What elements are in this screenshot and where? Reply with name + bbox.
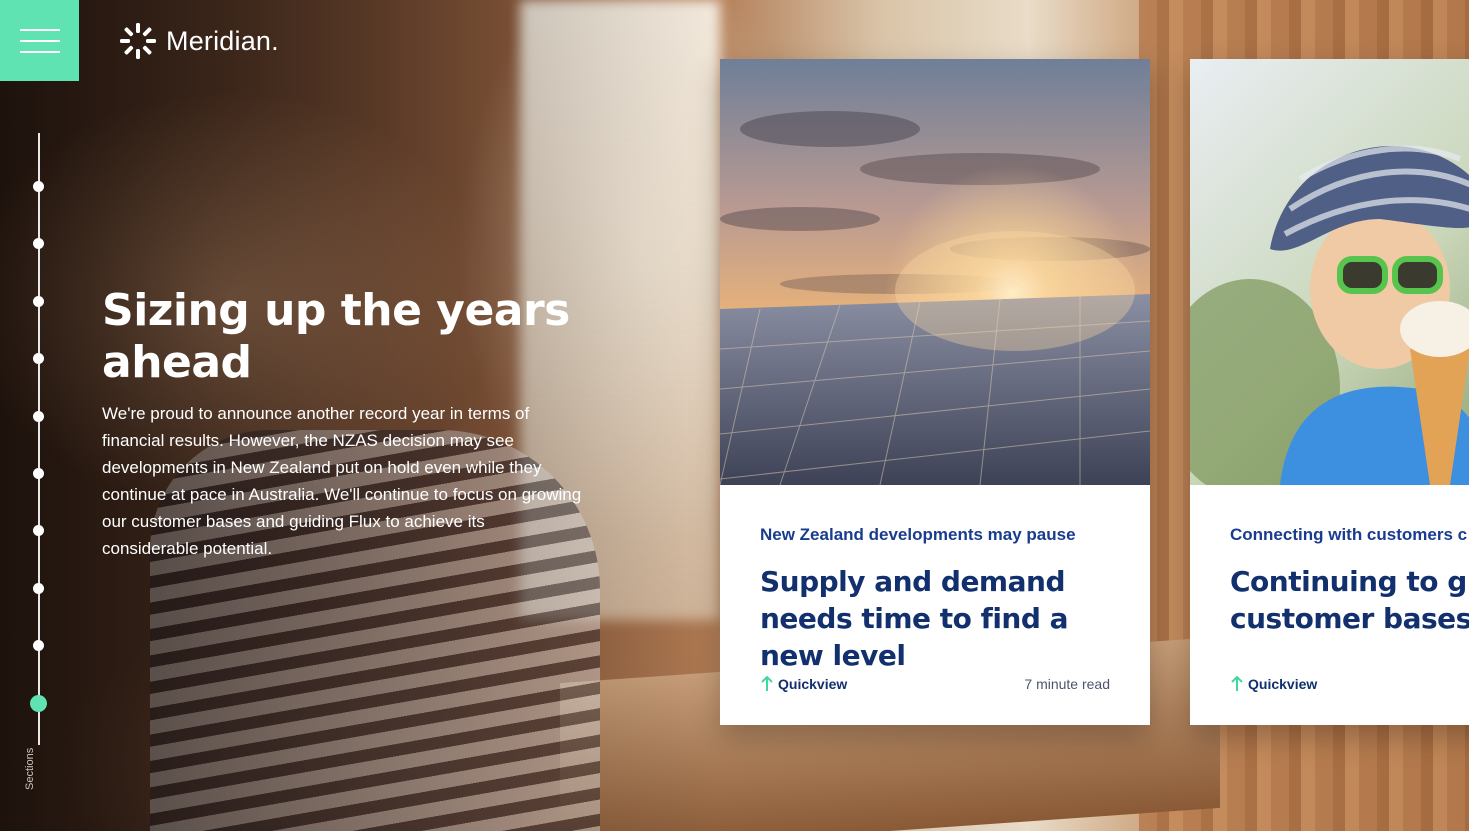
menu-button[interactable] [0,0,79,81]
meridian-burst-icon [118,21,158,61]
section-dot[interactable] [33,295,44,307]
quickview-button[interactable]: Quickview [1230,676,1317,692]
story-card-body: New Zealand developments may pause Suppl… [760,485,1110,725]
story-card-kicker: Connecting with customers c [1230,525,1468,544]
sections-rail [38,133,40,745]
arrow-up-icon [760,676,774,692]
hero-intro-text: We're proud to announce another record y… [102,404,582,558]
arrow-up-icon [1230,676,1244,692]
section-dot[interactable] [33,582,44,594]
section-dot[interactable] [30,694,47,712]
story-card-title[interactable]: Continuing to gro customer bases [1230,563,1469,637]
child-ice-cream-photo [1190,59,1469,485]
read-time: 7 minute read [1024,676,1110,692]
quickview-label: Quickview [778,676,848,692]
hamburger-menu-icon-bar [19,39,60,42]
section-dot[interactable] [33,410,44,422]
solar-panels-photo [720,59,1150,485]
section-dot[interactable] [33,468,44,479]
page-title: Sizing up the years ahead [102,285,570,388]
section-dot[interactable] [33,181,44,192]
brand-logo[interactable]: Meridian. [118,20,279,62]
hamburger-menu-icon-bar [19,50,60,53]
quickview-button[interactable]: Quickview [760,676,847,692]
hero-background-photo: Meridian. Sections Sizing up the years a… [0,0,1469,831]
sections-label: Sections [24,747,36,790]
story-card-kicker: New Zealand developments may pause [760,525,1076,544]
logo-wordmark: Meridian. [166,25,279,56]
hamburger-menu-icon-bar [19,28,60,31]
quickview-label: Quickview [1248,676,1318,692]
story-card-footer: Quickview 7 minute read [760,674,1110,694]
story-card-title[interactable]: Supply and demand needs time to find a n… [760,563,1120,674]
story-card[interactable]: New Zealand developments may pause Suppl… [720,59,1150,725]
story-card-footer: Quickview [1230,674,1469,694]
story-card-body: Connecting with customers c Continuing t… [1230,485,1469,725]
story-card[interactable]: Connecting with customers c Continuing t… [1190,59,1469,725]
